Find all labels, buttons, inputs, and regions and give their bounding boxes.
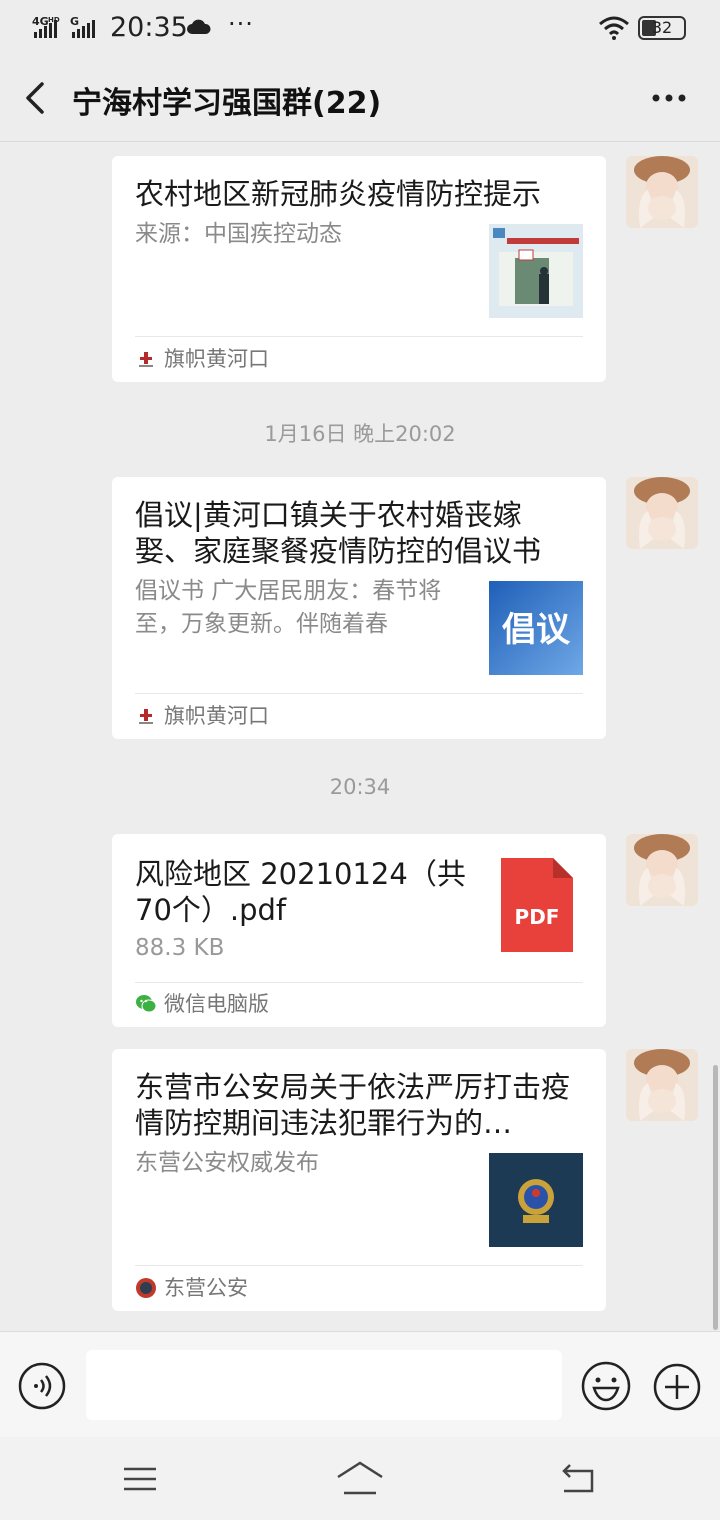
message-input[interactable] — [86, 1350, 562, 1420]
article-desc: 东营公安权威发布 — [135, 1150, 319, 1176]
voice-icon[interactable] — [18, 1362, 66, 1410]
article-thumbnail — [489, 1153, 583, 1247]
article-card[interactable]: 倡议|黄河口镇关于农村婚丧嫁娶、家庭聚餐疫情防控的倡议书 倡议书 广大居民朋友：… — [112, 477, 606, 739]
status-bar: 4G HD G 20:35 ··· 32 — [0, 0, 720, 58]
article-card[interactable]: 农村地区新冠肺炎疫情防控提示 来源：中国疾控动态 旗帜黄河口 — [112, 156, 606, 382]
avatar[interactable] — [626, 1049, 698, 1121]
file-size: 88.3 KB — [135, 935, 225, 961]
wifi-icon — [599, 16, 629, 40]
svg-text:HD: HD — [48, 16, 60, 24]
system-nav-bar — [0, 1437, 720, 1520]
status-more: ··· — [228, 10, 254, 38]
article-title: 倡议|黄河口镇关于农村婚丧嫁娶、家庭聚餐疫情防控的倡议书 — [135, 498, 542, 568]
plus-icon[interactable] — [652, 1362, 702, 1412]
article-card[interactable]: 东营市公安局关于依法严厉打击疫情防控期间违法犯罪行为的… 东营公安权威发布 东营… — [112, 1049, 606, 1311]
back-nav-icon[interactable] — [556, 1461, 600, 1497]
source-logo-icon — [139, 709, 153, 724]
svg-text:G: G — [70, 15, 79, 28]
avatar[interactable] — [626, 477, 698, 549]
home-icon[interactable] — [334, 1459, 386, 1499]
cloud-icon — [187, 19, 211, 34]
article-desc: 来源：中国疾控动态 — [135, 221, 342, 247]
status-time: 20:35 — [110, 12, 188, 43]
file-card[interactable]: 风险地区 20210124（共70个）.pdf 88.3 KB PDF 微信电脑… — [112, 834, 606, 1027]
svg-text:PDF: PDF — [515, 905, 560, 929]
file-name: 风险地区 20210124（共70个）.pdf — [135, 857, 466, 927]
article-title: 东营市公安局关于依法严厉打击疫情防控期间违法犯罪行为的… — [135, 1070, 571, 1140]
input-bar — [0, 1331, 720, 1437]
avatar[interactable] — [626, 834, 698, 906]
signal-icon: 4G HD G — [32, 15, 95, 38]
wechat-icon — [136, 995, 157, 1013]
back-arrow-icon[interactable] — [16, 76, 60, 120]
menu-icon[interactable] — [120, 1463, 160, 1495]
article-title: 农村地区新冠肺炎疫情防控提示 — [135, 177, 542, 211]
article-thumbnail — [489, 224, 583, 318]
battery-level: 32 — [651, 18, 673, 37]
timestamp: 20:34 — [329, 775, 391, 799]
article-thumbnail: 倡议 — [489, 581, 583, 675]
avatar[interactable] — [626, 156, 698, 228]
timestamp: 1月16日 晚上20:02 — [264, 422, 456, 446]
more-dots-icon[interactable] — [644, 76, 694, 120]
source-logo-icon — [139, 352, 153, 367]
battery-icon: 32 — [638, 16, 686, 40]
message-list[interactable]: 农村地区新冠肺炎疫情防控提示 来源：中国疾控动态 旗帜黄河口 1月16日 晚上2… — [0, 143, 720, 1331]
police-logo-icon — [136, 1278, 156, 1298]
chat-header: 宁海村学习强国群(22) — [0, 58, 720, 142]
emoji-icon[interactable] — [580, 1360, 632, 1412]
scrollbar[interactable] — [713, 1065, 718, 1330]
pdf-file-icon: PDF — [501, 858, 573, 952]
chat-title: 宁海村学习强国群(22) — [72, 86, 382, 121]
article-desc: 倡议书 广大居民朋友：春节将至，万象更新。伴随着春 — [135, 578, 442, 637]
svg-text:倡议: 倡议 — [502, 610, 571, 650]
